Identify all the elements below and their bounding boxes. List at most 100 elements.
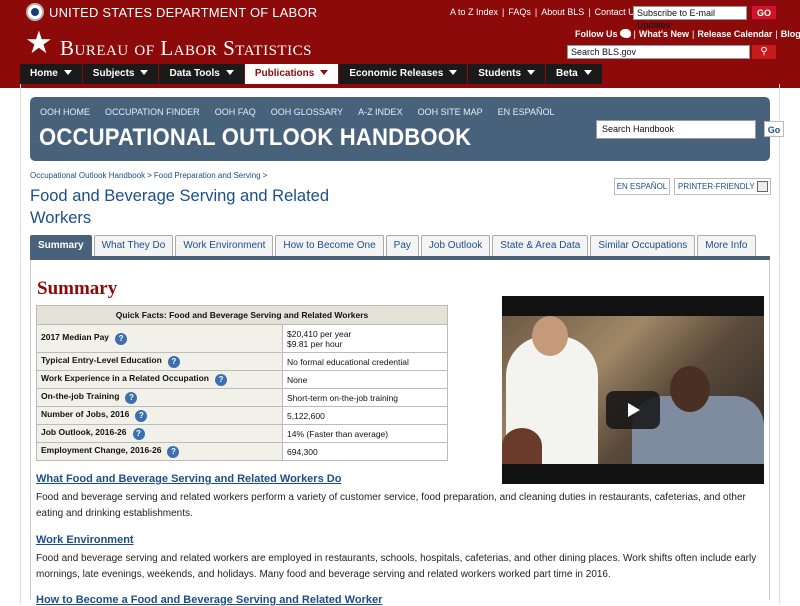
nav-publications[interactable]: Publications <box>244 64 339 84</box>
caret-down-icon <box>63 70 72 75</box>
fact-value-median-pay-year: $20,410 per year <box>287 328 352 339</box>
ooh-faq-link[interactable]: OOH FAQ <box>215 107 256 117</box>
fact-value-median-pay-hour: $9.81 per hour <box>287 338 343 349</box>
table-row: Work Experience in a Related Occupation?… <box>36 370 448 389</box>
printer-icon <box>757 181 768 192</box>
quick-facts-title: Quick Facts: Food and Beverage Serving a… <box>36 305 448 325</box>
table-row: On-the-job Training? Short-term on-the-j… <box>36 388 448 407</box>
nav-home[interactable]: Home <box>20 64 82 84</box>
fact-label-employment-change: Employment Change, 2016-26 <box>41 445 162 455</box>
email-go-button[interactable]: GO <box>752 6 776 19</box>
table-row: Number of Jobs, 2016? 5,122,600 <box>36 406 448 425</box>
caret-down-icon <box>583 70 592 75</box>
breadcrumb-food-prep[interactable]: Food Preparation and Serving <box>154 171 261 180</box>
fact-value-employment-change: 694,300 <box>282 442 448 461</box>
quick-facts-table: Quick Facts: Food and Beverage Serving a… <box>36 305 448 461</box>
occupation-finder-link[interactable]: OCCUPATION FINDER <box>105 107 200 117</box>
caret-down-icon <box>527 70 536 75</box>
help-icon[interactable]: ? <box>167 446 180 458</box>
caret-down-icon <box>449 70 458 75</box>
tab-pay[interactable]: Pay <box>385 235 419 257</box>
follow-us-link[interactable]: Follow Us <box>575 29 618 39</box>
handbook-go-button[interactable]: Go <box>764 121 784 137</box>
nav-students[interactable]: Students <box>468 64 546 84</box>
en-espanol-link[interactable]: EN ESPAÑOL <box>498 107 555 117</box>
site-search-input[interactable]: Search BLS.gov <box>567 45 750 59</box>
espanol-button[interactable]: EN ESPAÑOL <box>614 178 670 195</box>
fact-label-median-pay: 2017 Median Pay <box>41 332 110 342</box>
tab-how-to-become-one[interactable]: How to Become One <box>275 235 384 257</box>
utility-links: A to Z Index | FAQs | About BLS | Contact Us <box>450 7 640 17</box>
util-link-about[interactable]: About BLS <box>541 7 584 17</box>
tab-more-info[interactable]: More Info <box>697 235 756 257</box>
ooh-home-link[interactable]: OOH HOME <box>40 107 90 117</box>
search-icon[interactable]: ⚲ <box>752 45 776 59</box>
help-icon[interactable]: ? <box>135 410 148 422</box>
table-row: 2017 Median Pay? $20,410 per year $9.81 p… <box>36 324 448 353</box>
caret-down-icon <box>140 70 149 75</box>
fact-value-jobs: 5,122,600 <box>282 406 448 425</box>
handbook-search-input[interactable]: Search Handbook <box>596 120 756 139</box>
help-icon[interactable]: ? <box>125 392 138 404</box>
release-calendar-link[interactable]: Release Calendar <box>697 29 772 39</box>
video-player[interactable] <box>502 296 764 484</box>
section-text-work-environment: Food and beverage serving and related wo… <box>36 553 757 580</box>
nav-subjects[interactable]: Subjects <box>82 64 159 84</box>
main-nav: Home Subjects Data Tools Publications Ec… <box>20 64 603 84</box>
fact-label-education: Typical Entry-Level Education <box>41 355 162 365</box>
fact-value-training: Short-term on-the-job training <box>282 388 448 407</box>
section-text-what-they-do: Food and beverage serving and related wo… <box>36 492 746 519</box>
breadcrumb: Occupational Outlook Handbook > Food Prepa… <box>30 171 268 180</box>
util-link-a-to-z[interactable]: A to Z Index <box>450 7 498 17</box>
table-row: Job Outlook, 2016-26? 14% (Faster than a… <box>36 424 448 443</box>
table-row: Employment Change, 2016-26? 694,300 <box>36 442 448 461</box>
dol-seal-icon[interactable] <box>26 3 44 21</box>
play-icon[interactable] <box>606 391 660 429</box>
tab-work-environment[interactable]: Work Environment <box>175 235 274 257</box>
summary-heading: Summary <box>37 278 118 299</box>
video-thumbnail <box>502 316 764 464</box>
caret-down-icon <box>320 70 329 75</box>
fact-value-outlook: 14% (Faster than average) <box>282 424 448 443</box>
video-customer-head <box>670 366 710 412</box>
video-server-head <box>532 316 568 356</box>
fact-label-jobs: Number of Jobs, 2016 <box>41 409 130 419</box>
fact-label-outlook: Job Outlook, 2016-26 <box>41 427 127 437</box>
util-link-faqs[interactable]: FAQs <box>508 7 531 17</box>
dol-title[interactable]: UNITED STATES DEPARTMENT OF LABOR <box>49 5 317 20</box>
section-heading-how-to-become[interactable]: How to Become a Food and Beverage Servin… <box>36 594 382 606</box>
tab-what-they-do[interactable]: What They Do <box>93 235 174 257</box>
section-heading-work-environment[interactable]: Work Environment <box>36 534 134 546</box>
az-index-link[interactable]: A-Z INDEX <box>358 107 403 117</box>
section-heading-what-they-do[interactable]: What Food and Beverage Serving and Relat… <box>36 473 341 485</box>
table-header-row: Quick Facts: Food and Beverage Serving a… <box>36 305 448 325</box>
tab-similar-occupations[interactable]: Similar Occupations <box>590 235 696 257</box>
dol-bar: UNITED STATES DEPARTMENT OF LABOR A to Z… <box>0 0 800 30</box>
ooh-site-map-link[interactable]: OOH SITE MAP <box>418 107 483 117</box>
email-subscribe-input[interactable]: Subscribe to E-mail Updates <box>633 6 747 30</box>
help-icon[interactable]: ? <box>115 333 128 345</box>
twitter-icon[interactable] <box>619 29 631 38</box>
fact-label-training: On-the-job Training <box>41 391 120 401</box>
page-title: Food and Beverage Serving and Related Wo… <box>30 187 330 227</box>
nav-data-tools[interactable]: Data Tools <box>159 64 244 84</box>
breadcrumb-ooh[interactable]: Occupational Outlook Handbook <box>30 171 145 180</box>
tab-job-outlook[interactable]: Job Outlook <box>420 235 491 257</box>
help-icon[interactable]: ? <box>215 374 228 386</box>
ooh-title[interactable]: OCCUPATIONAL OUTLOOK HANDBOOK <box>39 124 471 152</box>
help-icon[interactable]: ? <box>132 428 145 440</box>
bls-title[interactable]: Bureau of Labor Statistics <box>60 36 312 61</box>
nav-economic-releases[interactable]: Economic Releases <box>339 64 468 84</box>
tab-summary[interactable]: Summary <box>30 235 92 257</box>
fact-value-experience: None <box>282 370 448 389</box>
nav-beta[interactable]: Beta <box>546 64 602 84</box>
printer-friendly-button[interactable]: PRINTER-FRIENDLY <box>674 178 771 195</box>
ooh-banner: OOH HOME OCCUPATION FINDER OOH FAQ OOH GLOS… <box>30 97 784 161</box>
whats-new-link[interactable]: What's New <box>639 29 689 39</box>
ooh-glossary-link[interactable]: OOH GLOSSARY <box>271 107 343 117</box>
help-icon[interactable]: ? <box>167 356 180 368</box>
tab-state-area-data[interactable]: State & Area Data <box>492 235 589 257</box>
ooh-links: OOH HOME OCCUPATION FINDER OOH FAQ OOH GLOS… <box>40 107 569 117</box>
bls-star-logo-icon[interactable]: ★ <box>25 27 53 58</box>
blog-link[interactable]: Blog <box>781 29 800 39</box>
